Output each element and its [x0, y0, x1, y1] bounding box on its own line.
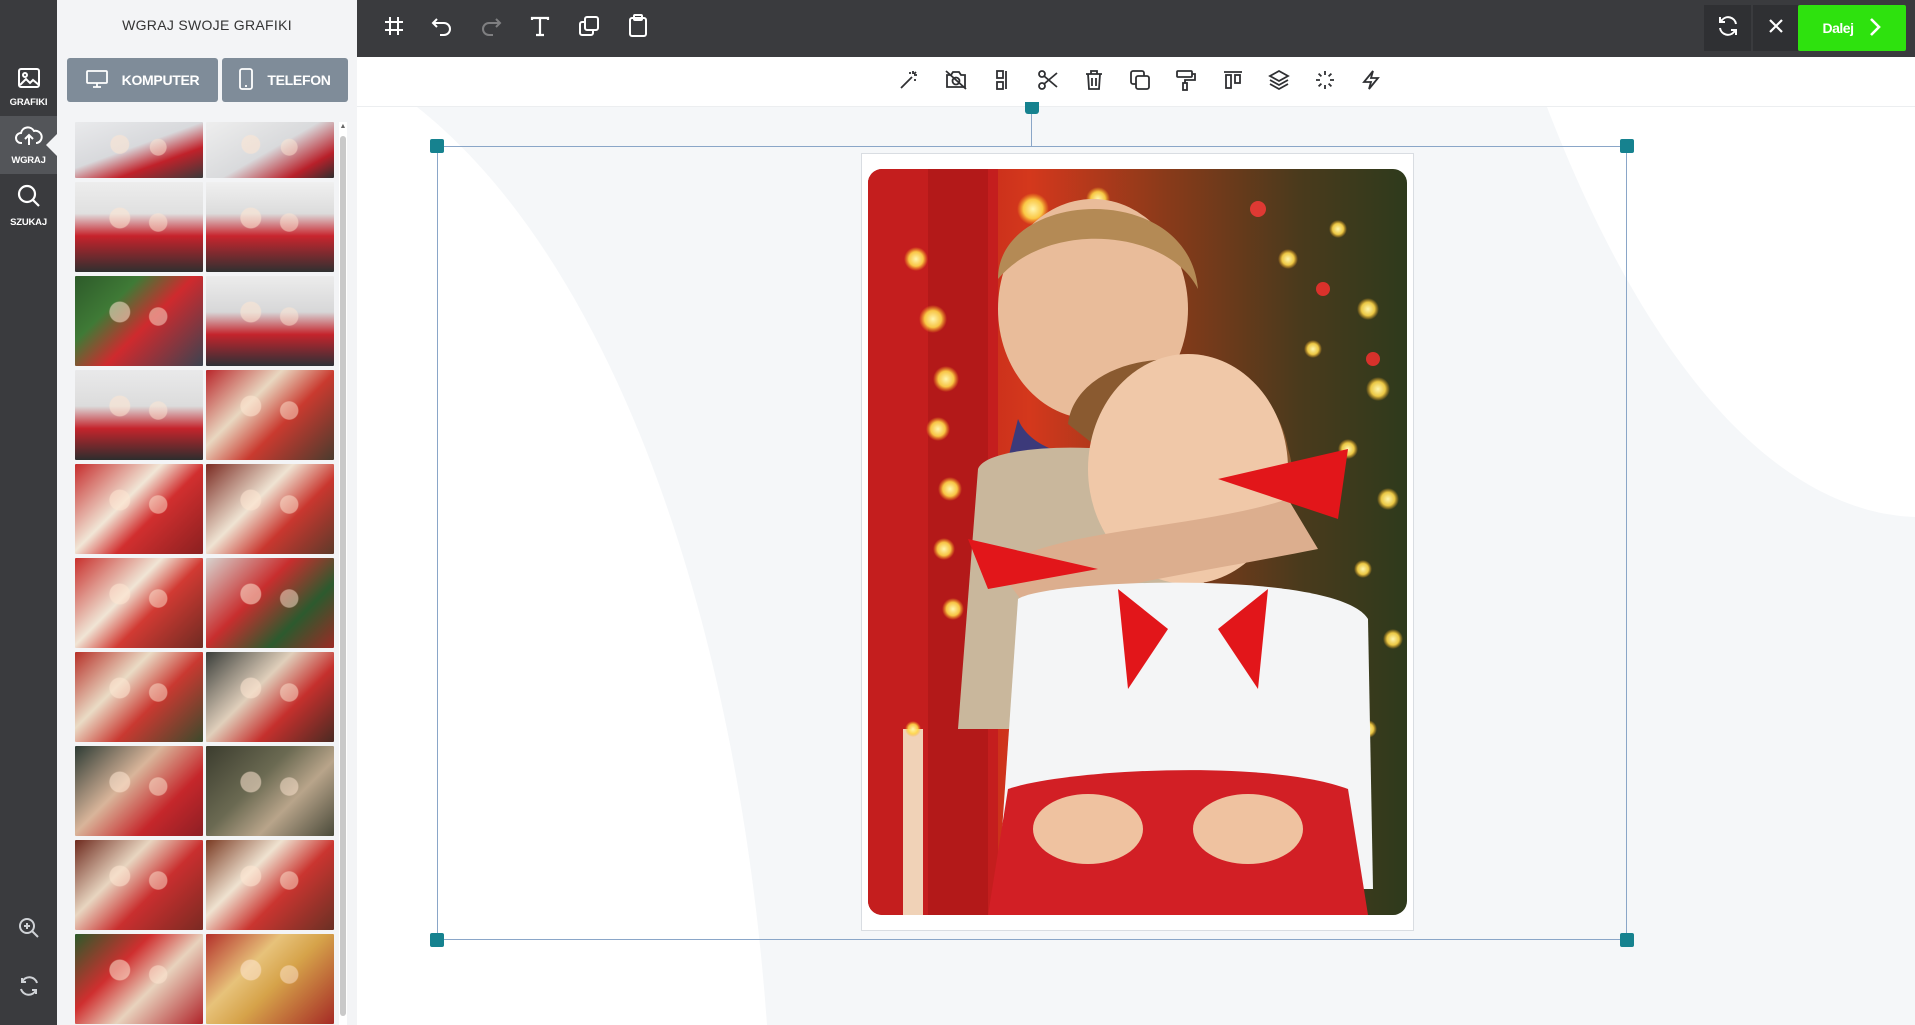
thumbnail[interactable]	[206, 652, 334, 742]
thumbnail[interactable]	[206, 276, 334, 366]
next-button-label: Dalej	[1822, 20, 1854, 36]
next-button[interactable]: Dalej	[1798, 5, 1906, 51]
thumbnail[interactable]	[75, 370, 203, 460]
thumbnail[interactable]	[75, 934, 203, 1024]
nav-wgraj[interactable]: WGRAJ	[0, 116, 58, 174]
text-icon	[529, 15, 551, 42]
left-nav-rail: GRAFIKI WGRAJ SZUKAJ	[0, 0, 58, 1025]
resize-handle-bottom-left[interactable]	[430, 933, 444, 947]
reset-view-button[interactable]	[0, 968, 57, 1008]
grid-button[interactable]	[374, 8, 414, 48]
uploaded-images-grid	[75, 122, 337, 1025]
element-toolbar	[357, 57, 1915, 107]
resize-handle-bottom-right[interactable]	[1620, 933, 1634, 947]
align-vertical-button[interactable]	[987, 67, 1017, 97]
nav-grafiki[interactable]: GRAFIKI	[0, 58, 57, 116]
thumbnail[interactable]	[75, 840, 203, 930]
no-camera-icon	[944, 69, 968, 96]
close-button[interactable]	[1753, 5, 1798, 51]
scissors-icon	[1037, 69, 1059, 96]
chevron-right-icon	[1869, 17, 1882, 40]
rotate-handle[interactable]	[1025, 102, 1039, 114]
thumbnail[interactable]	[206, 746, 334, 836]
thumbnail[interactable]	[206, 558, 334, 648]
align-top-button[interactable]	[1218, 67, 1248, 97]
thumbnail[interactable]	[206, 370, 334, 460]
nav-wgraj-label: WGRAJ	[11, 154, 46, 166]
nav-grafiki-label: GRAFIKI	[9, 96, 48, 108]
zoom-in-button[interactable]	[0, 910, 57, 950]
nav-szukaj-label: SZUKAJ	[10, 216, 47, 228]
refresh-icon	[18, 975, 40, 1002]
thumbnail[interactable]	[75, 652, 203, 742]
align-top-icon	[1222, 69, 1244, 96]
thumbnail[interactable]	[206, 464, 334, 554]
thumbnail[interactable]	[75, 276, 203, 366]
quick-action-button[interactable]	[1356, 67, 1386, 97]
paint-roller-icon	[1175, 69, 1197, 96]
crop-button[interactable]	[1033, 67, 1063, 97]
grid-icon	[383, 15, 405, 42]
search-icon	[16, 183, 42, 214]
undo-button[interactable]	[422, 8, 462, 48]
thumbnail[interactable]	[75, 182, 203, 272]
copy-icon	[1129, 69, 1151, 96]
placed-photo[interactable]	[868, 169, 1407, 915]
paint-format-button[interactable]	[1171, 67, 1201, 97]
thumbnails-scrollbar[interactable]: ▲	[339, 122, 347, 1025]
image-icon	[17, 67, 41, 94]
upload-panel: WGRAJ SWOJE GRAFIKI KOMPUTER TELEFON	[57, 0, 357, 1025]
thumbnail[interactable]	[206, 934, 334, 1024]
sync-icon	[1716, 14, 1740, 43]
delete-button[interactable]	[1079, 67, 1109, 97]
scrollbar-thumb[interactable]	[340, 136, 346, 1016]
thumbnail[interactable]	[75, 122, 203, 178]
duplicate-button[interactable]	[569, 8, 609, 48]
clipboard-icon	[628, 13, 648, 43]
zoom-in-icon	[18, 917, 40, 944]
thumbnail[interactable]	[75, 558, 203, 648]
thumbnail[interactable]	[206, 840, 334, 930]
redo-icon	[479, 15, 503, 42]
computer-upload-button[interactable]: KOMPUTER	[67, 58, 218, 102]
trash-icon	[1084, 69, 1104, 96]
top-toolbar: Dalej	[357, 0, 1915, 57]
reload-button[interactable]	[1704, 5, 1751, 51]
panel-title: WGRAJ SWOJE GRAFIKI	[122, 17, 292, 33]
nav-szukaj[interactable]: SZUKAJ	[0, 176, 57, 234]
phone-upload-label: TELEFON	[267, 72, 331, 88]
upload-cloud-icon	[14, 125, 44, 152]
scroll-up-icon[interactable]: ▲	[339, 122, 347, 132]
undo-icon	[430, 15, 454, 42]
thumbnail[interactable]	[206, 122, 334, 178]
layers-button[interactable]	[1264, 67, 1294, 97]
effects-button[interactable]	[1310, 67, 1340, 97]
close-icon	[1767, 17, 1785, 40]
layers-icon	[1268, 69, 1290, 96]
remove-background-button[interactable]	[941, 67, 971, 97]
computer-upload-label: KOMPUTER	[121, 72, 200, 88]
redo-button[interactable]	[471, 8, 511, 48]
magic-wand-icon	[898, 69, 920, 96]
copy-button[interactable]	[1125, 67, 1155, 97]
phone-upload-button[interactable]: TELEFON	[222, 58, 348, 102]
thumbnail[interactable]	[75, 746, 203, 836]
monitor-icon	[85, 69, 108, 91]
thumbnail[interactable]	[75, 464, 203, 554]
duplicate-icon	[578, 15, 600, 42]
loader-icon	[1314, 69, 1336, 96]
paste-button[interactable]	[618, 8, 658, 48]
lightning-icon	[1361, 69, 1381, 96]
magic-wand-button[interactable]	[894, 67, 924, 97]
photo-image	[868, 169, 1407, 915]
resize-handle-top-right[interactable]	[1620, 139, 1634, 153]
add-text-button[interactable]	[520, 8, 560, 48]
thumbnail[interactable]	[206, 182, 334, 272]
resize-handle-top-left[interactable]	[430, 139, 444, 153]
align-vertical-icon	[992, 69, 1012, 96]
phone-icon	[239, 67, 254, 93]
